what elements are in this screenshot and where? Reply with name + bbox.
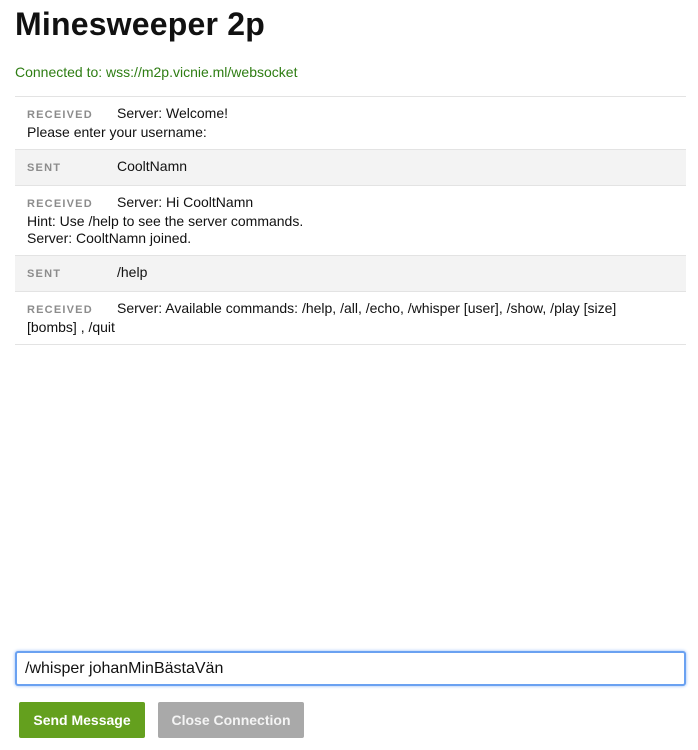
- entry-type-label: RECEIVED: [27, 304, 93, 316]
- log-entry: SENT/help: [15, 256, 686, 292]
- log-entry: RECEIVED Server: Available commands: /hel…: [15, 292, 686, 345]
- message-log: RECEIVED Server: Welcome! Please enter yo…: [15, 96, 686, 345]
- connection-status: Connected to: wss://m2p.vicnie.ml/websoc…: [15, 64, 298, 80]
- entry-type-label: SENT: [27, 162, 62, 174]
- entry-type-label: RECEIVED: [27, 198, 93, 210]
- message-input[interactable]: [15, 651, 686, 686]
- entry-type-label: RECEIVED: [27, 109, 93, 121]
- entry-text: /help: [117, 264, 148, 280]
- log-entry: RECEIVED Server: Welcome! Please enter yo…: [15, 97, 686, 150]
- log-entry: SENT CooltNamn: [15, 150, 686, 186]
- entry-type-label: SENT: [27, 268, 62, 280]
- send-message-button[interactable]: Send Message: [19, 702, 145, 738]
- log-entry: RECEIVED Server: Hi CooltNamn Hint: Use /…: [15, 186, 686, 256]
- page-title: Minesweeper 2p: [15, 6, 266, 42]
- entry-text: CooltNamn: [117, 158, 188, 174]
- close-connection-button[interactable]: Close Connection: [158, 702, 304, 738]
